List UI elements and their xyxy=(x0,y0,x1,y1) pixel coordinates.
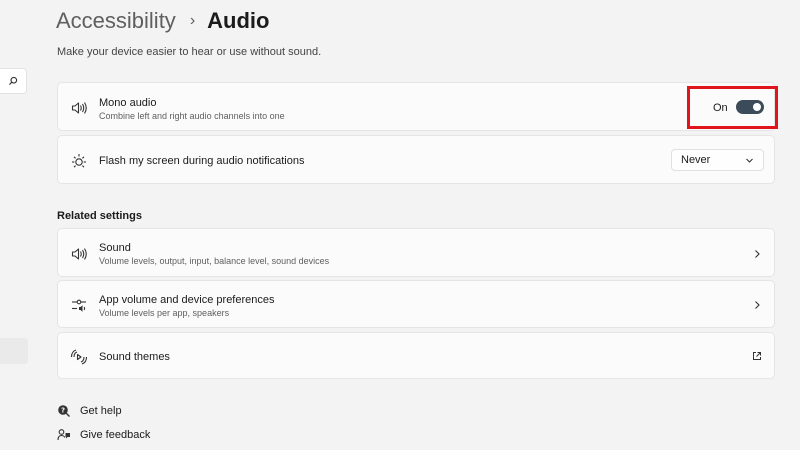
external-link-icon xyxy=(753,352,761,360)
flash-screen-dropdown[interactable]: Never xyxy=(671,149,764,171)
breadcrumb: Accessibility › Audio xyxy=(56,6,269,36)
related-item-app-volume[interactable]: App volume and device preferences Volume… xyxy=(57,280,775,328)
related-item-sound-themes[interactable]: Sound themes xyxy=(57,332,775,379)
page-subtitle: Make your device easier to hear or use w… xyxy=(57,46,322,58)
give-feedback-link[interactable]: Give feedback xyxy=(57,428,150,442)
flash-screen-title: Flash my screen during audio notificatio… xyxy=(99,155,305,167)
help-icon: ? xyxy=(58,405,70,417)
sound-themes-title: Sound themes xyxy=(99,351,170,363)
chevron-right-icon xyxy=(755,301,760,309)
mono-audio-description: Combine left and right audio channels in… xyxy=(99,111,285,121)
navigation-strip xyxy=(0,0,30,450)
search-icon xyxy=(9,76,18,85)
breadcrumb-separator: › xyxy=(189,12,196,29)
flash-screen-card: Flash my screen during audio notificatio… xyxy=(57,135,775,184)
search-button[interactable] xyxy=(0,68,27,94)
speaker-icon xyxy=(71,248,87,260)
give-feedback-label: Give feedback xyxy=(80,429,151,441)
app-volume-description: Volume levels per app, speakers xyxy=(99,308,230,318)
dropdown-selected-value: Never xyxy=(681,154,711,166)
svg-text:?: ? xyxy=(61,407,65,415)
mono-audio-title: Mono audio xyxy=(99,97,157,109)
chevron-down-icon xyxy=(746,158,753,163)
mono-audio-card: Mono audio Combine left and right audio … xyxy=(57,82,775,131)
get-help-link[interactable]: ? Get help xyxy=(57,404,122,418)
related-settings-heading: Related settings xyxy=(57,210,142,222)
get-help-label: Get help xyxy=(80,405,122,417)
flash-icon xyxy=(72,154,86,168)
feedback-icon xyxy=(57,429,70,441)
chevron-right-icon xyxy=(755,250,760,258)
highlight-box xyxy=(687,86,778,129)
speaker-icon xyxy=(71,102,87,114)
sound-title: Sound xyxy=(99,242,131,254)
sound-description: Volume levels, output, input, balance le… xyxy=(99,256,330,266)
page-title: Audio xyxy=(207,8,270,33)
app-volume-title: App volume and device preferences xyxy=(99,294,275,306)
nav-item-selected[interactable] xyxy=(0,338,28,364)
mixer-icon xyxy=(72,299,86,312)
related-item-sound[interactable]: Sound Volume levels, output, input, bala… xyxy=(57,228,775,277)
breadcrumb-parent-link[interactable]: Accessibility xyxy=(56,8,176,34)
sound-themes-icon xyxy=(70,349,88,365)
